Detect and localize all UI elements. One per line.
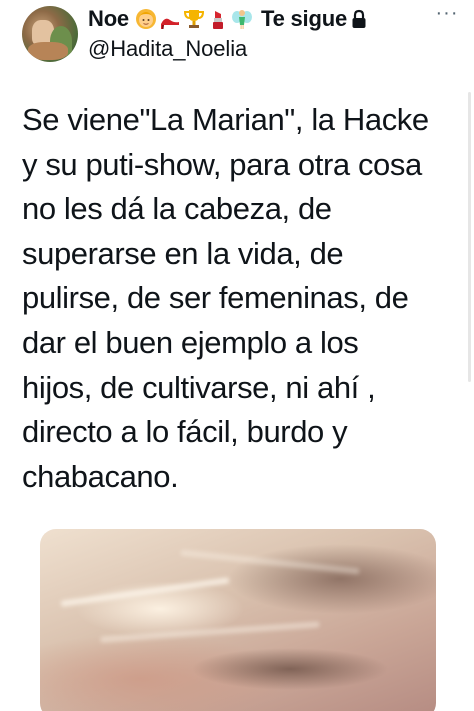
lipstick-emoji xyxy=(207,8,229,30)
woman-blond-emoji xyxy=(135,8,157,30)
fairy-emoji xyxy=(231,8,253,30)
name-emojis xyxy=(135,8,253,30)
avatar[interactable] xyxy=(22,6,78,62)
tweet: Noe Te sigue ··· @Hadita_Noelia Se viene… xyxy=(0,0,474,711)
more-options-icon[interactable]: ··· xyxy=(434,2,460,28)
tweet-header: Noe Te sigue xyxy=(88,4,367,34)
scrollbar[interactable] xyxy=(468,92,471,382)
tweet-media-image[interactable] xyxy=(40,529,436,711)
user-handle[interactable]: @Hadita_Noelia xyxy=(88,36,247,62)
high-heel-emoji xyxy=(159,8,181,30)
lock-icon xyxy=(351,9,367,29)
follows-you-label: Te sigue xyxy=(260,6,347,31)
trophy-emoji xyxy=(183,8,205,30)
display-name[interactable]: Noe xyxy=(88,6,129,32)
tweet-text: Se viene"La Marian", la Hacke y su puti-… xyxy=(22,102,429,494)
